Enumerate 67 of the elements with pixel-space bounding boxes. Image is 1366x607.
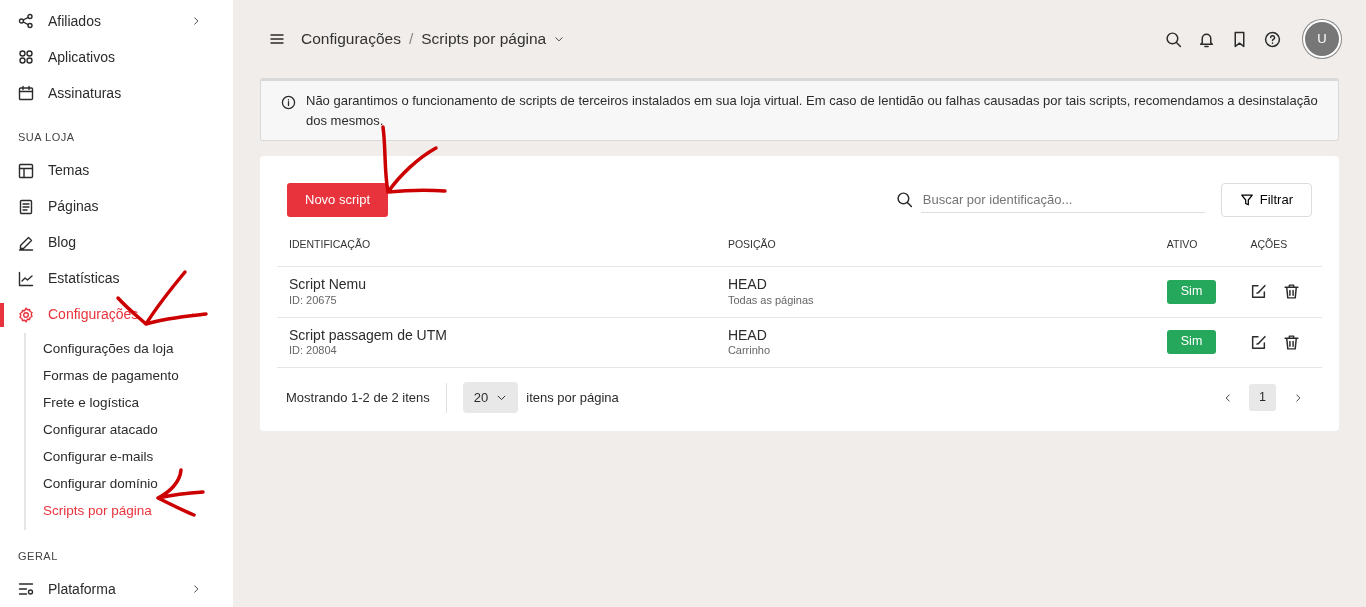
chevron-right-icon — [191, 584, 201, 594]
search-icon — [895, 191, 913, 209]
line-chart-icon — [18, 270, 34, 287]
apps-icon — [18, 49, 34, 65]
help-icon[interactable] — [1264, 30, 1281, 48]
script-name: Script passagem de UTM — [289, 326, 448, 344]
filter-button[interactable]: Filtrar — [1220, 183, 1312, 217]
sidebar-item[interactable]: Temas — [0, 152, 233, 189]
breadcrumb-separator: / — [408, 29, 414, 50]
script-name: Script Nemu — [289, 276, 368, 294]
chevron-right-icon — [191, 16, 201, 26]
trash-icon[interactable] — [1283, 283, 1301, 301]
sidebar-item[interactable]: Páginas — [0, 188, 233, 225]
hand-drawn-arrow — [381, 125, 447, 194]
chevron-down-icon[interactable] — [554, 34, 565, 44]
section-heading: SUA LOJA — [17, 130, 76, 145]
column-header: POSIÇÃO — [715, 216, 1155, 267]
document-icon — [18, 198, 34, 215]
search-icon[interactable] — [1165, 30, 1182, 48]
hand-drawn-arrow — [156, 468, 205, 517]
position-value: HEAD — [727, 326, 768, 344]
alert-text: Não garantimos o funcionamento de scripts de terceiros instalados em sua loja virtual. Em caso de lentidão ou falhas causadas por tais scripts, recomendamos a desinstalação dos mesmos. — [306, 92, 1318, 130]
pencil-icon — [18, 234, 34, 251]
column-header: AÇÕES — [1238, 216, 1322, 267]
edit-icon[interactable] — [1250, 333, 1268, 351]
sidebar-item[interactable]: Afiliados — [0, 3, 233, 39]
sliders-icon — [18, 581, 34, 597]
calendar-icon — [18, 85, 34, 101]
column-header: ATIVO — [1154, 216, 1239, 267]
script-id: ID: 20675 — [289, 293, 338, 308]
pages-value: Carrinho — [727, 344, 772, 358]
breadcrumb-link[interactable]: Configurações — [301, 27, 401, 51]
submenu-item[interactable]: Scripts por página — [26, 496, 233, 524]
submenu-item[interactable]: Frete e logística — [26, 388, 233, 416]
pagination-summary: Mostrando 1-2 de 2 itens — [286, 388, 430, 407]
sidebar-item[interactable]: Estatísticas — [0, 260, 233, 297]
position-value: HEAD — [727, 276, 768, 294]
status-badge: Sim — [1166, 330, 1217, 354]
pages-value: Todas as páginas — [727, 293, 815, 308]
status-badge: Sim — [1166, 280, 1217, 304]
settings-icon — [18, 306, 34, 323]
sidebar-item[interactable]: Assinaturas — [0, 75, 233, 111]
info-icon — [281, 95, 296, 110]
bell-icon[interactable] — [1198, 30, 1215, 48]
layout-icon — [18, 162, 34, 179]
section-heading: GERAL — [17, 548, 59, 564]
user-avatar[interactable]: U — [1305, 22, 1339, 56]
breadcrumb-link[interactable]: Scripts por página — [421, 27, 547, 51]
share-icon — [18, 13, 34, 29]
submenu-item[interactable]: Configurar e-mails — [26, 442, 233, 470]
submenu-item[interactable]: Configurar atacado — [26, 415, 233, 443]
sidebar-item[interactable]: Plataforma — [0, 571, 233, 607]
sidebar-item[interactable]: Blog — [0, 224, 233, 261]
submenu-item[interactable]: Configurações da loja — [26, 334, 233, 362]
per-page-label: itens por página — [526, 388, 619, 407]
submenu-item[interactable]: Configurar domínio — [26, 469, 233, 497]
sidebar-item[interactable]: Aplicativos — [0, 39, 233, 75]
trash-icon[interactable] — [1283, 333, 1301, 351]
menu-icon[interactable] — [269, 31, 285, 47]
submenu-item[interactable]: Formas de pagamento — [26, 361, 233, 389]
script-id: ID: 20804 — [289, 344, 338, 358]
new-script-button[interactable]: Novo script — [287, 183, 389, 217]
per-page-select[interactable]: 20 — [462, 381, 519, 414]
edit-icon[interactable] — [1250, 283, 1268, 301]
column-header: IDENTIFICAÇÃO — [277, 216, 716, 267]
filter-icon — [1239, 192, 1254, 207]
page-button[interactable]: 1 — [1249, 384, 1276, 411]
